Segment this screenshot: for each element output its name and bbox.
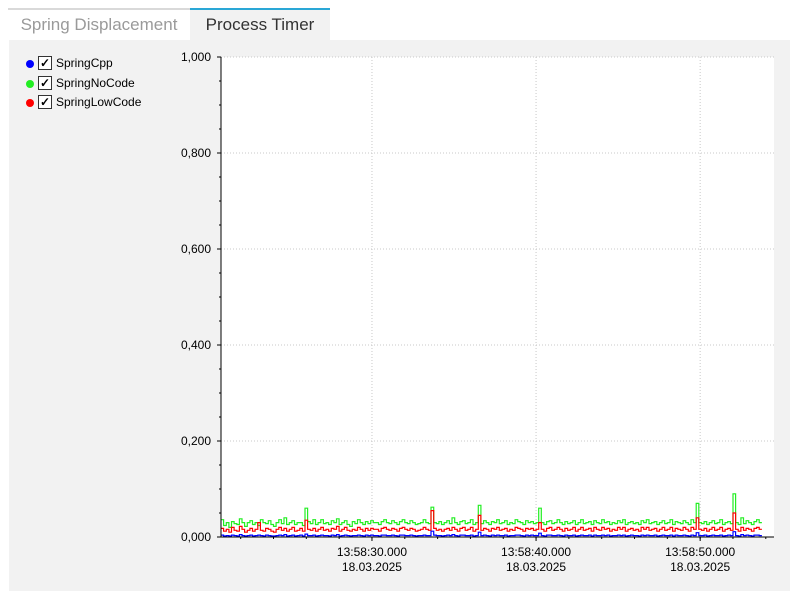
y-tick-label: 0,600 <box>181 242 211 256</box>
y-tick-label: 1,000 <box>181 50 211 64</box>
process-timer-chart[interactable]: 1,000 0,800 0,600 0,400 0,200 0,000 13:58:30.0… <box>0 0 800 600</box>
x-tick-label-date: 18.03.2025 <box>506 560 566 574</box>
y-tick-label: 0,800 <box>181 146 211 160</box>
x-tick-label-date: 18.03.2025 <box>670 560 730 574</box>
plot-area <box>221 57 774 537</box>
y-tick-label: 0,000 <box>181 530 211 544</box>
x-tick-label-time: 13:58:50.000 <box>665 545 735 559</box>
y-tick-label: 0,400 <box>181 338 211 352</box>
x-tick-label-time: 13:58:40.000 <box>501 545 571 559</box>
y-tick-label: 0,200 <box>181 434 211 448</box>
x-tick-label-time: 13:58:30.000 <box>337 545 407 559</box>
x-tick-label-date: 18.03.2025 <box>342 560 402 574</box>
